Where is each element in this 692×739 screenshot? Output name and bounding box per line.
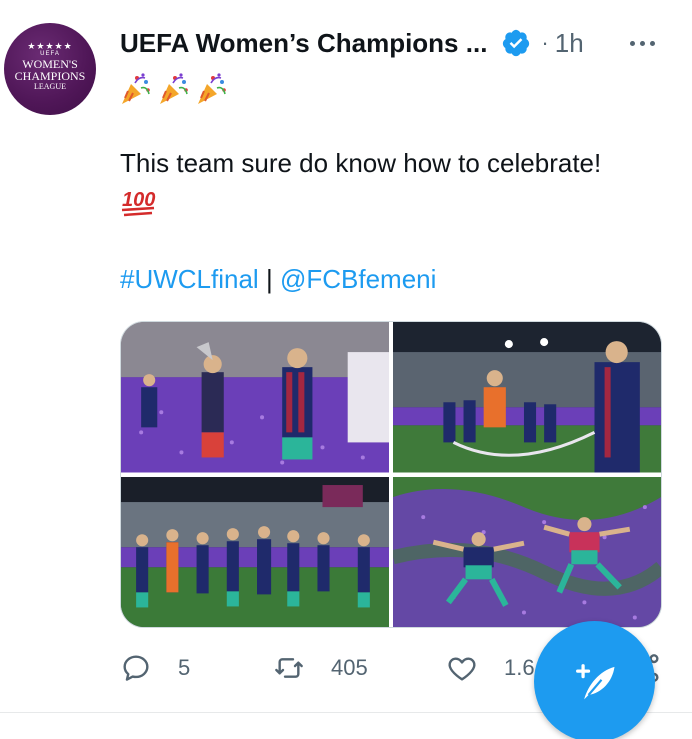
author-name[interactable]: UEFA Women’s Champions ... xyxy=(120,28,487,59)
verified-badge-icon xyxy=(501,28,531,58)
photo-trophy-celebration[interactable] xyxy=(121,322,389,473)
dot xyxy=(629,40,635,46)
retweet-button[interactable]: 405 xyxy=(273,648,368,688)
compose-tweet-icon xyxy=(575,663,614,699)
tweet-text: This team sure do know how to celebrate! xyxy=(120,148,602,178)
photo-team-dance[interactable] xyxy=(121,476,389,627)
party-popper-icon xyxy=(122,73,150,104)
tag-separator: | xyxy=(265,264,273,294)
tweet-time[interactable]: 1h xyxy=(555,28,584,59)
reply-button[interactable]: 5 xyxy=(120,648,190,688)
like-button[interactable]: 1.6 xyxy=(446,648,535,688)
mention-link[interactable]: @FCBfemeni xyxy=(280,264,436,294)
dot xyxy=(639,40,645,46)
emoji-row xyxy=(119,72,228,106)
hundred-points-icon: 100 xyxy=(121,189,155,217)
like-count: 1.6 xyxy=(504,655,535,680)
tweet-header: UEFA Women’s Champions ... · 1h xyxy=(120,26,584,60)
avatar-stars: ★★★★★ xyxy=(27,40,73,51)
retweet-icon xyxy=(275,658,303,678)
party-popper-icon xyxy=(198,73,226,104)
time-separator: · xyxy=(541,30,549,55)
heart-icon xyxy=(448,657,476,681)
avatar-line3: LEAGUE xyxy=(34,81,66,91)
dot xyxy=(649,40,655,46)
photo-confetti-angels[interactable] xyxy=(393,476,661,627)
reply-icon xyxy=(123,655,149,681)
compose-tweet-button[interactable] xyxy=(534,621,655,739)
reply-count: 5 xyxy=(178,655,191,680)
tweet-tags: #UWCLfinal | @FCBfemeni xyxy=(120,262,436,296)
hashtag-link[interactable]: #UWCLfinal xyxy=(120,264,259,294)
photo-jump-rope[interactable] xyxy=(393,322,661,473)
more-dots-icon[interactable] xyxy=(622,36,662,50)
media-grid xyxy=(120,321,662,628)
avatar-line1: WOMEN'S xyxy=(22,56,78,71)
retweet-count: 405 xyxy=(331,655,368,680)
avatar-line2: CHAMPIONS xyxy=(14,68,86,83)
tweet[interactable]: ★★★★★ UEFA WOMEN'S CHAMPIONS LEAGUE UEFA… xyxy=(0,0,692,739)
party-popper-icon xyxy=(160,73,188,104)
avatar[interactable]: ★★★★★ UEFA WOMEN'S CHAMPIONS LEAGUE xyxy=(4,23,96,115)
